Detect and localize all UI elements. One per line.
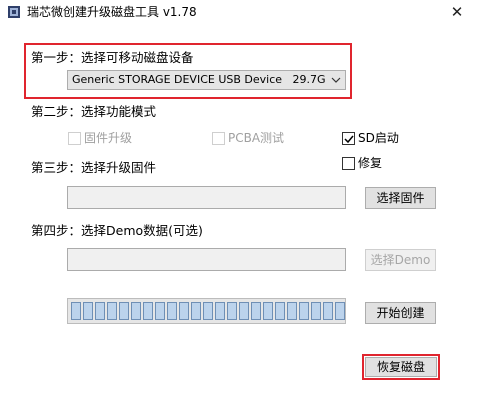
pcba-test-checkbox[interactable]: [212, 132, 225, 145]
progress-segment: [263, 302, 273, 320]
progress-segment: [107, 302, 117, 320]
start-create-button[interactable]: 开始创建: [365, 302, 436, 324]
step4-label: 第四步：选择Demo数据(可选): [31, 223, 203, 238]
window-title: 瑞芯微创建升级磁盘工具 v1.78: [27, 5, 197, 19]
progress-segment: [323, 302, 333, 320]
repair-checkbox[interactable]: [342, 157, 355, 170]
progress-segment: [95, 302, 105, 320]
select-demo-button[interactable]: 选择Demo: [365, 249, 436, 271]
progress-segment: [143, 302, 153, 320]
progress-segment: [167, 302, 177, 320]
device-select-value: Generic STORAGE DEVICE USB Device 29.7G: [72, 73, 326, 87]
close-icon: ✕: [450, 3, 464, 21]
progress-segment: [311, 302, 321, 320]
firmware-upgrade-label: 固件升级: [84, 131, 133, 145]
device-size: 29.7G: [292, 73, 326, 86]
sd-boot-checkbox[interactable]: [342, 132, 355, 145]
progress-segment: [191, 302, 201, 320]
repair-label: 修复: [358, 156, 383, 170]
progress-segment: [83, 302, 93, 320]
device-name: Generic STORAGE DEVICE USB Device: [72, 73, 283, 86]
close-button[interactable]: ✕: [434, 0, 480, 24]
progress-segment: [71, 302, 81, 320]
progress-segment: [287, 302, 297, 320]
sd-boot-label: SD启动: [358, 131, 399, 145]
chevron-down-icon: [331, 77, 341, 83]
progress-segment: [239, 302, 249, 320]
progress-segment: [227, 302, 237, 320]
progress-segment: [155, 302, 165, 320]
firmware-path-input[interactable]: [67, 186, 346, 209]
select-firmware-button[interactable]: 选择固件: [365, 187, 436, 209]
pcba-test-label: PCBA测试: [228, 131, 285, 145]
progress-segment: [119, 302, 129, 320]
progress-segment: [203, 302, 213, 320]
progress-segment: [131, 302, 141, 320]
restore-disk-button[interactable]: 恢复磁盘: [365, 357, 437, 377]
firmware-upgrade-checkbox[interactable]: [68, 132, 81, 145]
progress-segment: [215, 302, 225, 320]
checkmark-icon: [344, 135, 354, 144]
step2-label: 第二步：选择功能模式: [31, 104, 157, 119]
progress-segment: [179, 302, 189, 320]
progress-segment: [299, 302, 309, 320]
title-bar: 瑞芯微创建升级磁盘工具 v1.78 ✕: [0, 0, 480, 24]
step1-label: 第一步：选择可移动磁盘设备: [31, 50, 194, 65]
progress-segment: [335, 302, 345, 320]
demo-path-input[interactable]: [67, 248, 346, 271]
progress-bar: [67, 298, 346, 324]
app-chip-icon: [8, 6, 20, 18]
device-select[interactable]: Generic STORAGE DEVICE USB Device 29.7G: [67, 70, 346, 90]
progress-segment: [251, 302, 261, 320]
step3-label: 第三步：选择升级固件: [31, 160, 157, 175]
progress-segment: [275, 302, 285, 320]
